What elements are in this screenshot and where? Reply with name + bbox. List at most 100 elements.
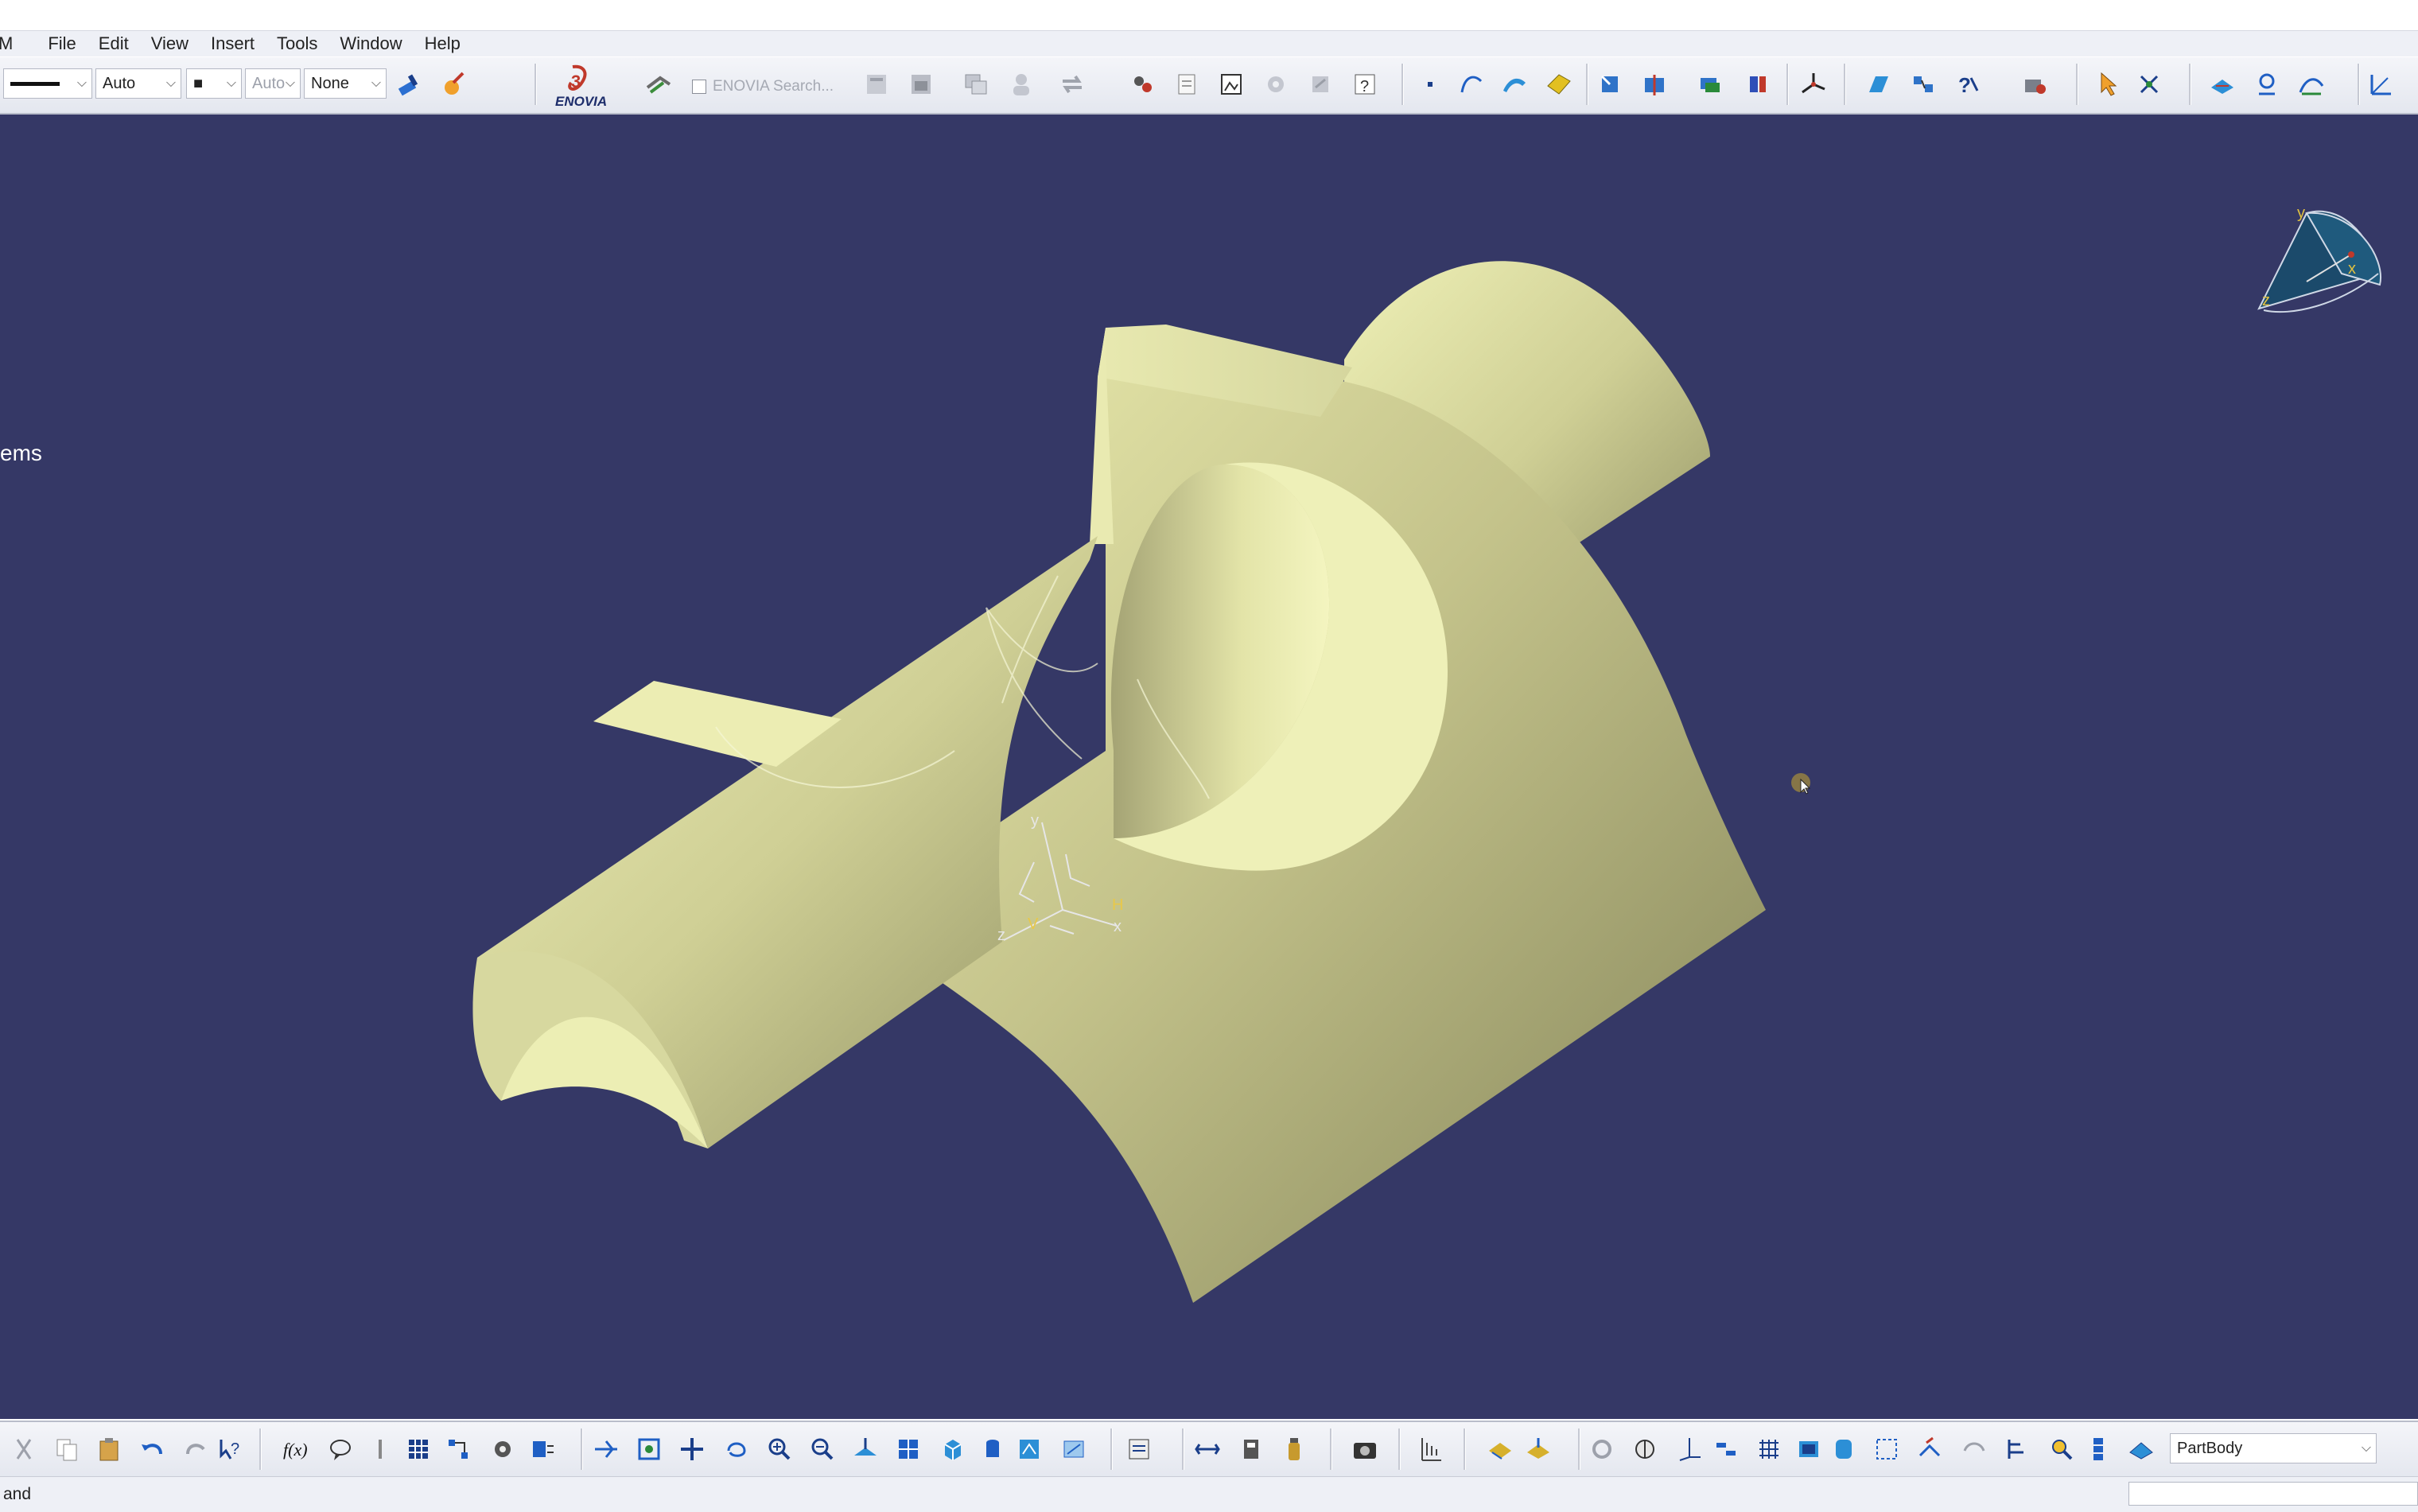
layer-combo[interactable]: Auto ⌵ xyxy=(245,68,301,99)
point-icon[interactable] xyxy=(1413,67,1448,102)
enovia-search-field[interactable]: ENOVIA Search... xyxy=(692,76,834,97)
grid-icon[interactable] xyxy=(1751,1432,1786,1467)
extract-dashed-icon[interactable] xyxy=(1869,1432,1904,1467)
fly-mode-icon[interactable] xyxy=(589,1432,624,1467)
comment-icon[interactable] xyxy=(323,1432,358,1467)
spline-icon[interactable] xyxy=(1454,67,1489,102)
copy-icon[interactable] xyxy=(49,1432,84,1467)
fit-all-icon[interactable] xyxy=(632,1432,667,1467)
image-icon[interactable] xyxy=(1214,67,1249,102)
surface-analysis-icon[interactable] xyxy=(1483,1432,1518,1467)
join-icon[interactable] xyxy=(1826,1432,1861,1467)
measure-between-icon[interactable] xyxy=(1190,1432,1225,1467)
painter-icon[interactable] xyxy=(391,67,426,102)
reactions-icon[interactable] xyxy=(525,1432,560,1467)
rendering-combo[interactable]: None ⌵ xyxy=(304,68,387,99)
enovia-tools-icon[interactable] xyxy=(641,67,676,102)
fill-surface-icon[interactable] xyxy=(1541,67,1576,102)
paste-icon[interactable] xyxy=(92,1432,127,1467)
knowledge-disabled-icon[interactable] xyxy=(1303,67,1338,102)
catalog-icon[interactable] xyxy=(1125,67,1160,102)
line-type-combo[interactable]: ⌵ xyxy=(3,68,92,99)
gear-disabled-icon[interactable] xyxy=(1258,67,1293,102)
sweep-surface-icon[interactable] xyxy=(1497,67,1532,102)
trim-icon[interactable] xyxy=(1592,67,1627,102)
formula-icon[interactable]: f(x) xyxy=(278,1432,313,1467)
measure-item-icon[interactable] xyxy=(1234,1432,1269,1467)
law-icon[interactable] xyxy=(485,1432,520,1467)
design-table-icon[interactable] xyxy=(401,1432,436,1467)
plane-system-icon[interactable] xyxy=(1709,1432,1744,1467)
draft-analysis-icon[interactable] xyxy=(1521,1432,1556,1467)
sheet-icon[interactable] xyxy=(1169,67,1204,102)
checkbox-icon[interactable] xyxy=(692,80,706,94)
catalog-browser-icon[interactable] xyxy=(2017,67,2052,102)
windows-stack-icon[interactable] xyxy=(959,67,994,102)
measure-icon[interactable] xyxy=(1861,67,1896,102)
menu-app-icon[interactable]: M xyxy=(0,33,13,54)
analysis-icon[interactable] xyxy=(1906,67,1941,102)
whats-this-icon[interactable]: ? xyxy=(213,1432,248,1467)
swap-disabled-icon[interactable] xyxy=(1055,67,1090,102)
point-type-combo[interactable]: ■ ⌵ xyxy=(186,68,242,99)
isometric-view-icon[interactable] xyxy=(935,1432,970,1467)
sketch-icon[interactable] xyxy=(2249,67,2284,102)
boundary-icon[interactable] xyxy=(1627,1432,1662,1467)
menu-edit[interactable]: Edit xyxy=(99,33,129,54)
menu-insert[interactable]: Insert xyxy=(211,33,255,54)
select-arrow-icon[interactable] xyxy=(2092,67,2127,102)
menu-window[interactable]: Window xyxy=(340,33,402,54)
compass-icon[interactable]: y x z xyxy=(2257,204,2382,313)
normal-view-icon[interactable] xyxy=(848,1432,883,1467)
3d-viewport[interactable]: y H x z V y x z ems xyxy=(0,115,2418,1419)
healing-icon[interactable] xyxy=(1957,1432,1992,1467)
active-body-combo[interactable]: PartBody ⌵ xyxy=(2170,1433,2377,1463)
formula-help-icon[interactable]: ? xyxy=(1347,67,1382,102)
redo-icon[interactable] xyxy=(178,1432,213,1467)
user-disabled-icon[interactable] xyxy=(1004,67,1039,102)
tree-structure-icon[interactable] xyxy=(2000,1432,2035,1467)
help-pointer-icon[interactable]: ? xyxy=(1950,67,1985,102)
enovia-logo[interactable]: 3 ENOVIA xyxy=(550,64,622,109)
3d-scene[interactable]: y H x z V y x z xyxy=(0,115,2418,1419)
menu-view[interactable]: View xyxy=(151,33,189,54)
extract-icon[interactable] xyxy=(1584,1432,1619,1467)
graphic-properties-icon[interactable] xyxy=(436,67,471,102)
stacking-icon[interactable] xyxy=(2081,1432,2116,1467)
menu-help[interactable]: Help xyxy=(425,33,461,54)
shading-icon[interactable] xyxy=(975,1432,1010,1467)
parameter-icon[interactable] xyxy=(363,1432,398,1467)
measure-inertia-icon[interactable] xyxy=(1277,1432,1312,1467)
menu-tools[interactable]: Tools xyxy=(277,33,317,54)
specification-tree-fragment[interactable]: ems xyxy=(0,441,42,466)
split-icon[interactable] xyxy=(1637,67,1672,102)
undo-icon[interactable] xyxy=(135,1432,170,1467)
cut-icon[interactable] xyxy=(6,1432,41,1467)
dimension-icon[interactable] xyxy=(1413,1432,1448,1467)
menu-file[interactable]: File xyxy=(48,33,76,54)
sketch-plane-icon[interactable] xyxy=(2205,67,2240,102)
user-selection-filter-icon[interactable] xyxy=(2132,67,2167,102)
disassemble-icon[interactable] xyxy=(1912,1432,1947,1467)
positioned-sketch-icon[interactable] xyxy=(2294,67,2329,102)
axis-system-icon[interactable] xyxy=(1796,67,1831,102)
zoom-out-icon[interactable] xyxy=(805,1432,840,1467)
rotate-icon[interactable] xyxy=(719,1432,754,1467)
axis-icon[interactable] xyxy=(1672,1432,1707,1467)
axis-angle-icon[interactable] xyxy=(2364,67,2399,102)
hide-show-icon[interactable] xyxy=(1056,1432,1091,1467)
zoom-in-icon[interactable] xyxy=(762,1432,797,1467)
swap-visible-space-icon[interactable] xyxy=(1122,1432,1157,1467)
command-input[interactable] xyxy=(2128,1482,2418,1506)
transform-icon[interactable] xyxy=(1693,67,1728,102)
scan-icon[interactable] xyxy=(2044,1432,2079,1467)
pan-icon[interactable] xyxy=(674,1432,709,1467)
tree-expand-icon[interactable] xyxy=(859,67,894,102)
grid-disabled-icon[interactable] xyxy=(904,67,939,102)
repetition-icon[interactable] xyxy=(1791,1432,1826,1467)
render-style-icon[interactable] xyxy=(1012,1432,1047,1467)
work-object-icon[interactable] xyxy=(2124,1432,2159,1467)
extrapolate-icon[interactable] xyxy=(1740,67,1775,102)
multi-view-icon[interactable] xyxy=(891,1432,926,1467)
capture-icon[interactable] xyxy=(1347,1432,1382,1467)
